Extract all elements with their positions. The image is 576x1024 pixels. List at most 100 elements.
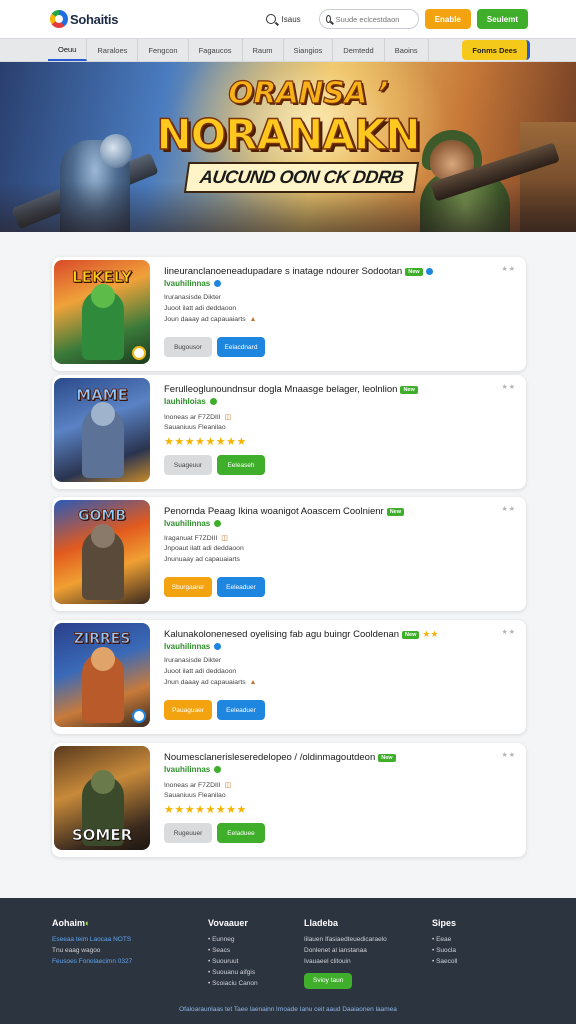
card-title-text: Penornda Peaag Ikina woanigot Aoascem Co…: [164, 506, 384, 517]
search-label[interactable]: Isaus: [282, 15, 301, 24]
featured-star-icon: ★★: [422, 629, 439, 639]
card-meta: Ivauhilinnas: [164, 519, 222, 528]
logo-icon: [50, 10, 68, 28]
card-line-3: Jnun daaay ad capauaiarts ▲: [164, 679, 256, 686]
card-title[interactable]: Noumesclanerisleseredelopeo / /oldinmago…: [164, 752, 396, 763]
game-thumbnail[interactable]: ZIRRES: [54, 623, 150, 727]
info-icon: ◫: [224, 414, 232, 421]
footer-link[interactable]: • Eeae: [432, 936, 457, 943]
footer-link[interactable]: • Scoiaciu Canon: [208, 980, 258, 987]
info-icon: ◫: [221, 535, 228, 542]
card-meta-text: Ivauhilinnas: [164, 642, 211, 651]
game-card[interactable]: SOMER Noumesclanerisleseredelopeo / /old…: [52, 743, 526, 857]
game-card[interactable]: MAME Ferulleoglunoundnsur dogla Mnaasge …: [52, 375, 526, 489]
footer-link[interactable]: Feusoes Fonolaecimn 0327: [52, 958, 132, 965]
footer-link[interactable]: Eseeaa teim Laocaa NOTS: [52, 936, 132, 943]
nav-item-6[interactable]: Siangios: [284, 39, 334, 61]
nav-cta-button[interactable]: Fonms Dees: [462, 40, 530, 60]
card-title[interactable]: Penornda Peaag Ikina woanigot Aoascem Co…: [164, 506, 405, 517]
card-title-text: Noumesclanerisleseredelopeo / /oldinmago…: [164, 752, 376, 763]
header-green-button[interactable]: Seulemt: [476, 9, 528, 29]
footer-link[interactable]: • Suouruut: [208, 958, 258, 965]
card-meta: Ivauhilinnas: [164, 279, 222, 288]
card-secondary-button[interactable]: Sburgaarer: [164, 577, 212, 597]
game-card[interactable]: ZIRRES Kalunakolonenesed oyelising fab a…: [52, 620, 526, 734]
main-nav: Oeuu Raraloes Fengcon Fagaucos Raum Sian…: [0, 38, 576, 62]
card-line-3-text: Jnun daaay ad capauaiarts: [164, 679, 246, 686]
search-icon[interactable]: [265, 14, 276, 24]
card-line-2: Jnpoaut ilatt adi deddaoon: [164, 545, 244, 552]
platform-icon: [214, 520, 222, 527]
card-rating: ★★: [501, 506, 516, 513]
nav-item-7[interactable]: Demtedd: [333, 39, 385, 61]
card-title[interactable]: Iineuranclanoeneadupadare s inatage ndou…: [164, 266, 433, 277]
platform-icon: [214, 766, 222, 773]
footer-logo-icon: ◐: [85, 918, 91, 928]
new-tag: New: [378, 753, 396, 762]
card-line-1: Iruranasisde Dikter: [164, 294, 222, 301]
footer-link[interactable]: • Seacs: [208, 947, 258, 954]
search-input[interactable]: [335, 14, 412, 24]
footer-link[interactable]: • Suouanu aifgis: [208, 969, 258, 976]
platform-icon: [209, 398, 217, 405]
card-title-text: Iineuranclanoeneadupadare s inatage ndou…: [164, 266, 403, 277]
footer-copyright: Ofaloaraunlaas tet Taee laenainn lrnoade…: [179, 1006, 397, 1013]
thumbnail-label: LEKELY: [72, 268, 133, 287]
game-thumbnail[interactable]: GOMB: [54, 500, 150, 604]
card-secondary-button[interactable]: Suageuur: [164, 455, 212, 475]
footer-link[interactable]: • Saecoll: [432, 958, 457, 965]
nav-item-2[interactable]: Raraloes: [87, 39, 139, 61]
banner-title-top: ORANSA ’: [228, 75, 389, 111]
game-thumbnail[interactable]: LEKELY: [54, 260, 150, 364]
footer-column-4: Sipes • Eeae • Suocla • Saecoll: [432, 918, 457, 969]
nav-item-4[interactable]: Fagaucos: [189, 39, 243, 61]
game-card[interactable]: GOMB Penornda Peaag Ikina woanigot Aoasc…: [52, 497, 526, 611]
new-tag: New: [402, 630, 420, 639]
card-primary-button[interactable]: Eeladuee: [217, 823, 265, 843]
game-thumbnail[interactable]: SOMER: [54, 746, 150, 850]
card-title-text: Kalunakolonenesed oyelising fab agu buin…: [164, 629, 400, 640]
hero-banner[interactable]: ORANSA ’ NORANAKN AUCUND OON CK DDRB: [0, 62, 576, 232]
thumbnail-badge-icon: [132, 346, 146, 360]
card-line-1-text: Inoneas ar F7ZDIII: [164, 781, 221, 789]
card-line-1-text: Iraganuat F7ZDIII: [164, 534, 218, 542]
card-line-2: Juoot ilatt adi deddaoon: [164, 305, 237, 312]
card-primary-button[interactable]: Eeleaduer: [217, 700, 265, 720]
card-meta: Ivauhilinnas: [164, 642, 222, 651]
star-rating: ★★★★★★★★: [164, 436, 247, 448]
card-meta-text: Ivauhilinnas: [164, 279, 211, 288]
site-header: Sohaitis Isaus Enable Seulemt: [0, 0, 576, 38]
card-primary-button[interactable]: Eeleaduer: [217, 577, 265, 597]
footer-text: Tnu eaag wagoo: [52, 947, 101, 954]
footer-link[interactable]: • Suocla: [432, 947, 457, 954]
thumbnail-head: [91, 770, 115, 794]
footer-link[interactable]: • Eunneg: [208, 936, 258, 943]
game-card[interactable]: LEKELY Iineuranclanoeneadupadare s inata…: [52, 257, 526, 371]
card-primary-button[interactable]: Eeleaseh: [217, 455, 265, 475]
card-secondary-button[interactable]: Bugousor: [164, 337, 212, 357]
header-orange-button[interactable]: Enable: [424, 9, 471, 29]
nav-item-3[interactable]: Fengcon: [138, 39, 189, 61]
footer-text: Donlenet al ianstanaa: [304, 947, 367, 954]
platform-icon: [214, 643, 222, 650]
nav-item-1[interactable]: Oeuu: [48, 39, 88, 61]
card-meta: Ivauhilinnas: [164, 765, 222, 774]
card-title[interactable]: Kalunakolonenesed oyelising fab agu buin…: [164, 629, 439, 640]
search-box[interactable]: [318, 9, 419, 29]
site-footer: Aohaim◐ Eseeaa teim Laocaa NOTS Tnu eaag…: [0, 898, 576, 1024]
card-secondary-button[interactable]: Rugeuuer: [164, 823, 212, 843]
site-logo[interactable]: Sohaitis: [50, 10, 118, 28]
card-line-1: Inoneas ar F7ZDIII ◫: [164, 413, 232, 422]
card-title[interactable]: Ferulleoglunoundnsur dogla Mnaasge belag…: [164, 384, 418, 395]
card-primary-button[interactable]: Eelacdnard: [217, 337, 265, 357]
card-line-3-text: Joun daaay ad capauaiarts: [164, 316, 246, 323]
banner-title-main: NORANAKN: [156, 109, 422, 160]
card-secondary-button[interactable]: Pauaguaer: [164, 700, 212, 720]
game-thumbnail[interactable]: MAME: [54, 378, 150, 482]
card-line-1: Iraganuat F7ZDIII ◫: [164, 534, 228, 543]
nav-item-8[interactable]: Baoins: [385, 39, 429, 61]
footer-subscribe-button[interactable]: Svioy taun: [304, 973, 353, 989]
logo-text: Sohaitis: [70, 11, 119, 27]
nav-item-5[interactable]: Raum: [243, 39, 284, 61]
card-line-3: Jnunuaay ad capauaiarts: [164, 556, 240, 563]
